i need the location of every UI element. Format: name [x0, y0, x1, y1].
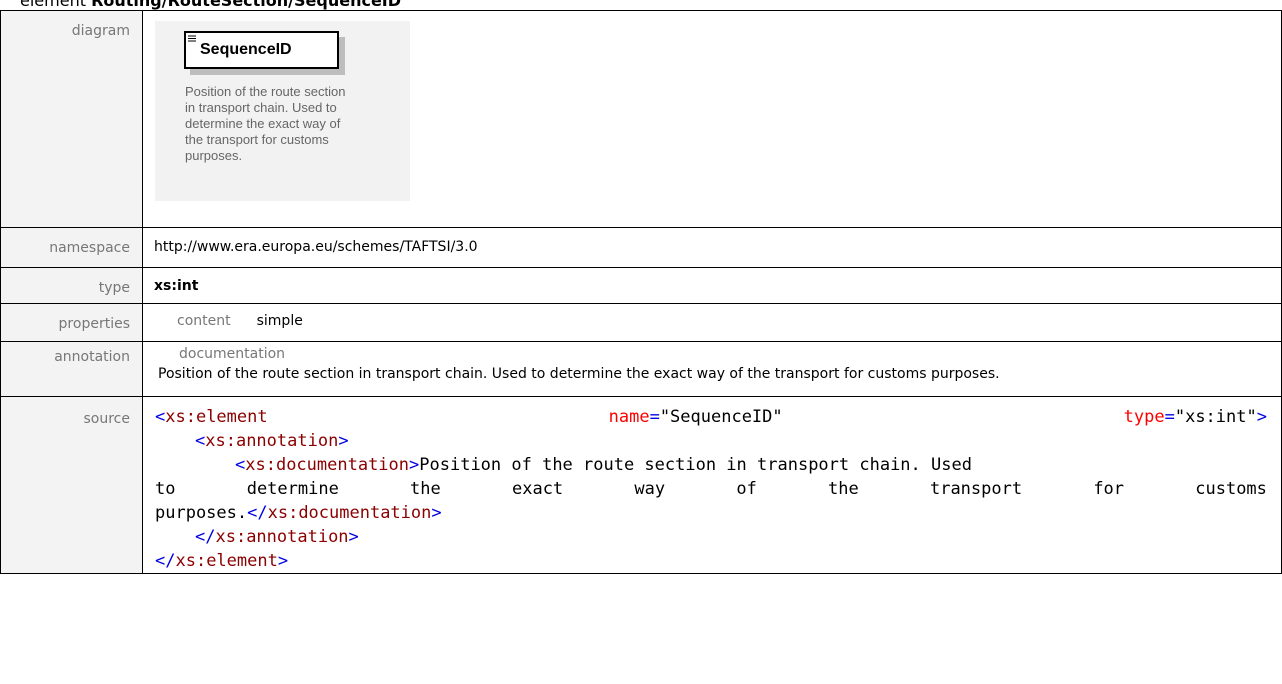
element-node[interactable]: SequenceID [184, 31, 339, 69]
source-line: <xs:element name="SequenceID" type="xs:i… [155, 407, 1267, 427]
row-type: type xs:int [0, 267, 1282, 304]
element-node-title: SequenceID [200, 41, 292, 58]
label-type: type [0, 267, 143, 304]
label-namespace: namespace [0, 227, 143, 268]
type-value: xs:int [142, 267, 1282, 304]
namespace-value: http://www.era.europa.eu/schemes/TAFTSI/… [142, 227, 1282, 268]
row-namespace: namespace http://www.era.europa.eu/schem… [0, 227, 1282, 268]
element-doc-table: diagram SequenceID Position of the route… [0, 10, 1282, 574]
label-annotation: annotation [0, 341, 143, 397]
label-properties: properties [0, 303, 143, 342]
property-key: content [177, 313, 231, 329]
element-node-description: Position of the route section in transpo… [185, 84, 346, 163]
label-source: source [0, 396, 143, 574]
source-line: < xs:annotation > [195, 431, 349, 451]
row-source: source <xs:element name="SequenceID" typ… [0, 396, 1282, 574]
source-line: to determine the exact way of the transp… [155, 479, 1267, 499]
source-line: purposes. </xs:documentation > [155, 503, 442, 523]
text-lines-icon [188, 35, 196, 42]
annotation-text: Position of the route section in transpo… [158, 366, 1000, 382]
source-cell: <xs:element name="SequenceID" type="xs:i… [142, 396, 1282, 574]
property-value: simple [256, 313, 303, 329]
annotation-title: documentation [179, 346, 286, 362]
annotation-cell: documentation Position of the route sect… [142, 341, 1282, 397]
heading-path: Routing/RouteSection/SequenceID [91, 0, 402, 10]
row-diagram: diagram SequenceID Position of the route… [0, 10, 1282, 228]
schema-diagram: SequenceID Position of the route section… [155, 21, 410, 201]
source-line: < xs:documentation > Position of the route … [235, 455, 972, 475]
heading-prefix: element [20, 0, 92, 10]
source-line: </xs:annotation > [195, 527, 359, 547]
diagram-cell: SequenceID Position of the route section… [142, 10, 1282, 228]
row-annotation: annotation documentation Position of the… [0, 341, 1282, 397]
source-line: </xs:element > [155, 551, 289, 571]
label-diagram: diagram [0, 10, 143, 228]
page-title: element Routing/RouteSection/SequenceID [20, 0, 401, 10]
row-properties: properties content simple [0, 303, 1282, 342]
properties-cell: content simple [142, 303, 1282, 342]
xml-source: <xs:element name="SequenceID" type="xs:i… [143, 397, 1281, 573]
